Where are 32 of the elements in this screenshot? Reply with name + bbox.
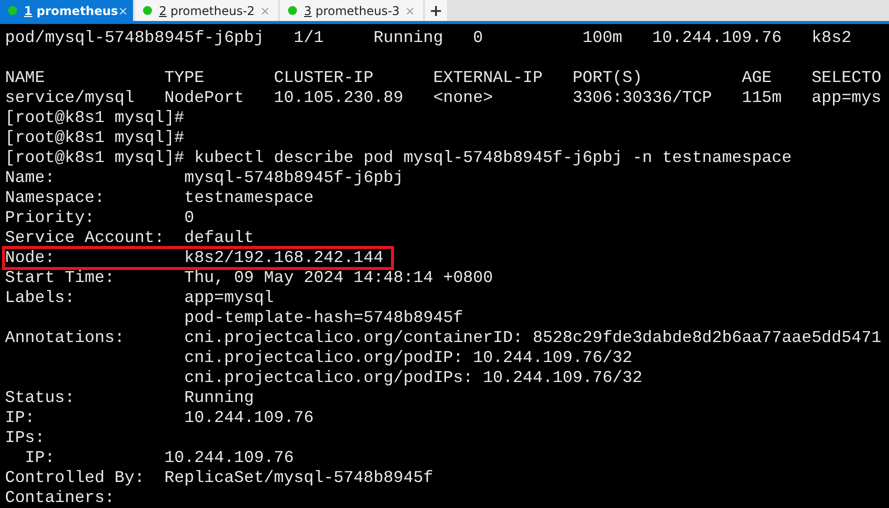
terminal-tab[interactable]: 3 prometheus-3 × xyxy=(280,0,423,21)
terminal-line: pod/mysql-5748b8945f-j6pbj 1/1 Running 0 100m 10.244.109.76 k8s2 xyxy=(4,27,852,49)
terminal-line: Service Account: default xyxy=(4,227,255,249)
terminal-line: [root@k8s1 mysql]# xyxy=(4,127,186,149)
status-dot-icon xyxy=(8,6,17,15)
terminal-line: pod-template-hash=5748b8945f xyxy=(183,307,464,329)
terminal-line: cni.projectcalico.org/podIPs: 10.244.109.76/32 xyxy=(183,367,644,389)
close-tab-button[interactable]: × xyxy=(404,4,415,18)
terminal-line: IP: 10.244.109.76 xyxy=(24,447,295,469)
terminal-tab[interactable]: 1 prometheus× xyxy=(0,0,133,21)
terminal-tab[interactable]: 2 prometheus-2 × xyxy=(135,0,278,21)
terminal-line: Annotations: cni.projectcalico.org/containerID: 8528c29fde3dabde8d2b6aa77aae5dd5471 xyxy=(4,327,882,349)
terminal-line: Controlled By: ReplicaSet/mysql-5748b8945f xyxy=(4,467,434,489)
terminal-line: IP: 10.244.109.76 xyxy=(4,407,315,429)
terminal-line: NAME TYPE CLUSTER-IP EXTERNAL-IP PORT(S) AGE SELECTO xyxy=(4,67,882,89)
terminal-line: Containers: xyxy=(4,487,116,508)
terminal-line: Namespace: testnamespace xyxy=(4,187,315,209)
terminal-line: Status: Running xyxy=(4,387,255,409)
terminal-line: [root@k8s1 mysql]# kubectl describe pod mysql-5748b8945f-j6pbj -n testnamespace xyxy=(4,147,793,169)
status-dot-icon xyxy=(288,6,297,15)
terminal-line: Priority: 0 xyxy=(4,207,196,229)
close-tab-button[interactable]: × xyxy=(260,4,270,18)
terminal-line: service/mysql NodePort 10.105.230.89 <none> 3306:30336/TCP 115m app=mys xyxy=(4,87,882,109)
terminal-line: Name: mysql-5748b8945f-j6pbj xyxy=(4,167,404,189)
terminal-line: [root@k8s1 mysql]# xyxy=(4,107,186,129)
terminal-line: IPs: xyxy=(4,427,46,449)
new-tab-button[interactable]: + xyxy=(425,0,447,21)
status-dot-icon xyxy=(143,6,152,15)
terminal-line: cni.projectcalico.org/podIP: 10.244.109.76/32 xyxy=(183,347,634,369)
terminal-line: Start Time: Thu, 09 May 2024 14:48:14 +0800 xyxy=(4,267,494,289)
close-tab-button[interactable]: × xyxy=(118,4,128,18)
terminal-line: Labels: app=mysql xyxy=(4,287,275,309)
